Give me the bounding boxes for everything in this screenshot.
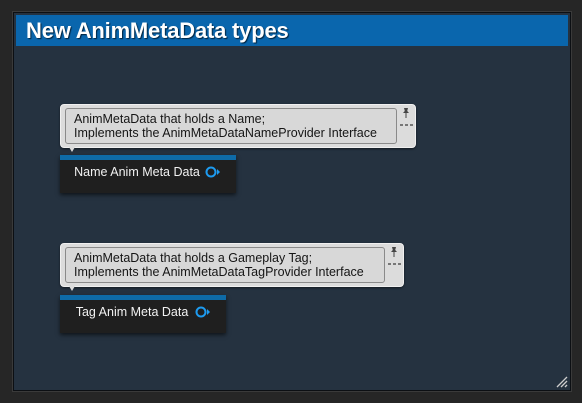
bubble-text: AnimMetaData that holds a Name; Implemen… bbox=[74, 112, 377, 140]
node-title: Tag Anim Meta Data bbox=[75, 305, 189, 319]
pushpin-icon[interactable] bbox=[400, 107, 412, 119]
object-output-pin-icon[interactable] bbox=[194, 306, 212, 318]
comment-title[interactable]: New AnimMetaData types bbox=[26, 18, 289, 44]
node-title-bar bbox=[60, 295, 226, 300]
bubble-line-2: Implements the AnimMetaDataNameProvider … bbox=[74, 126, 377, 140]
name-anim-meta-data-node[interactable]: Name Anim Meta Data bbox=[60, 155, 236, 193]
bubble-line-1: AnimMetaData that holds a Name; bbox=[74, 112, 266, 126]
bubble-line-2: Implements the AnimMetaDataTagProvider I… bbox=[74, 265, 364, 279]
tag-anim-meta-data-node[interactable]: Tag Anim Meta Data bbox=[60, 295, 226, 333]
resize-grip-icon[interactable] bbox=[556, 376, 568, 388]
bubble-text: AnimMetaData that holds a Gameplay Tag; … bbox=[74, 251, 364, 279]
node-title: Name Anim Meta Data bbox=[74, 165, 200, 179]
bubble-tail bbox=[69, 147, 75, 152]
bubble-text-area[interactable]: AnimMetaData that holds a Name; Implemen… bbox=[65, 108, 397, 144]
resize-bubble-icon[interactable] bbox=[388, 261, 401, 267]
resize-bubble-icon[interactable] bbox=[400, 122, 413, 128]
graph-canvas: { "comment": { "title": "New AnimMetaDat… bbox=[0, 0, 582, 403]
node-comment-bubble[interactable]: AnimMetaData that holds a Gameplay Tag; … bbox=[60, 243, 404, 291]
object-output-pin-icon[interactable] bbox=[204, 166, 222, 178]
bubble-line-1: AnimMetaData that holds a Gameplay Tag; bbox=[74, 251, 313, 265]
comment-box[interactable]: New AnimMetaData types AnimMetaData that… bbox=[13, 12, 571, 391]
comment-header[interactable]: New AnimMetaData types bbox=[16, 15, 568, 46]
bubble-tail bbox=[69, 286, 75, 291]
node-title-bar bbox=[60, 155, 236, 160]
node-comment-bubble[interactable]: AnimMetaData that holds a Name; Implemen… bbox=[60, 104, 416, 152]
bubble-text-area[interactable]: AnimMetaData that holds a Gameplay Tag; … bbox=[65, 247, 385, 283]
pushpin-icon[interactable] bbox=[388, 246, 400, 258]
